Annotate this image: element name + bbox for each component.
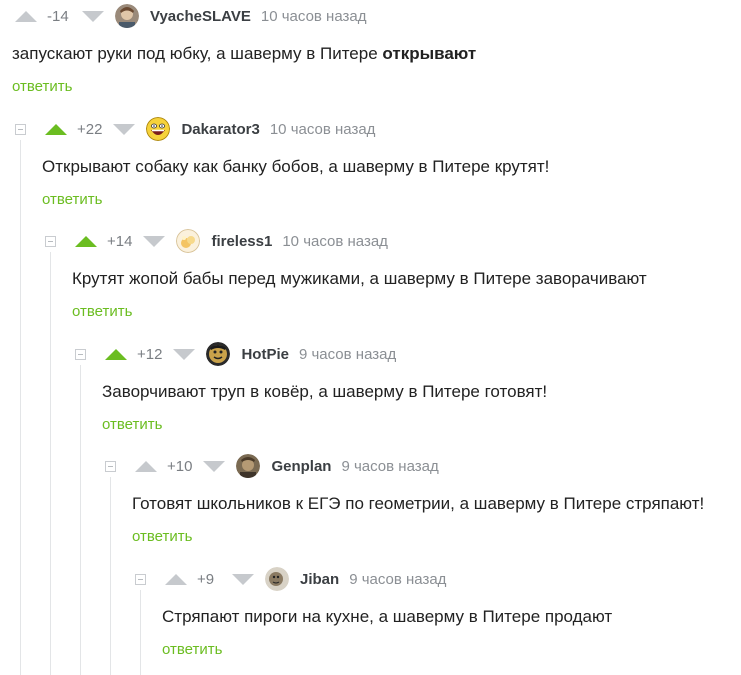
upvote-icon[interactable] (15, 10, 37, 22)
comment-time[interactable]: 9 часов назад (341, 458, 438, 475)
comment-time[interactable]: 10 часов назад (270, 121, 376, 138)
user-avatar[interactable] (206, 342, 231, 366)
comment-text: Крутят жопой бабы перед мужиками, а шаве… (72, 269, 647, 288)
thread-line (110, 477, 111, 675)
username[interactable]: HotPie (241, 346, 289, 363)
comment-text-plain: запускают руки под юбку, а шаверму в Пит… (12, 44, 383, 63)
comment-rating: +14 (107, 232, 133, 250)
comment-header: +14 fireless1 10 часов назад (45, 225, 388, 257)
collapse-toggle[interactable] (105, 460, 116, 472)
user-avatar[interactable] (115, 4, 139, 28)
comment-text: Заворчивают труп в ковёр, а шаверму в Пи… (102, 382, 548, 401)
comment-text: Готовят школьников к ЕГЭ по геометрии, а… (132, 494, 705, 513)
upvote-icon[interactable] (45, 123, 67, 135)
upvote-icon[interactable] (165, 573, 187, 585)
comment-text: Открывают собаку как банку бобов, а шаве… (42, 157, 550, 176)
comment-text: Стряпают пироги на кухне, а шаверму в Пи… (162, 607, 613, 626)
upvote-icon[interactable] (75, 235, 97, 247)
collapse-toggle[interactable] (135, 573, 146, 585)
reply-link[interactable]: ответить (102, 416, 162, 433)
comment-header: +12 HotPie 9 часов назад (75, 338, 396, 370)
thread-line (20, 140, 21, 675)
comment-rating: +10 (167, 457, 193, 475)
comment-header: +10 Genplan 9 часов назад (105, 450, 439, 482)
comment-rating: -14 (47, 7, 69, 25)
downvote-icon[interactable] (113, 123, 136, 135)
collapse-toggle[interactable] (15, 123, 26, 135)
downvote-icon[interactable] (232, 573, 254, 585)
reply-link[interactable]: ответить (132, 528, 192, 545)
upvote-icon[interactable] (105, 348, 127, 360)
comment-header: -14 VyacheSLAVE 10 часов назад (15, 0, 366, 32)
collapse-toggle[interactable] (75, 348, 86, 360)
upvote-icon[interactable] (135, 460, 157, 472)
comment-rating: +12 (137, 345, 163, 363)
thread-line (50, 252, 51, 675)
downvote-icon[interactable] (82, 10, 104, 22)
comment-time[interactable]: 9 часов назад (349, 571, 446, 588)
username[interactable]: fireless1 (211, 233, 272, 250)
reply-link[interactable]: ответить (72, 303, 132, 320)
user-avatar[interactable] (176, 229, 201, 253)
comment-text-bold: открывают (382, 44, 477, 63)
thread-line (80, 365, 81, 675)
username[interactable]: VyacheSLAVE (150, 8, 251, 25)
comment-rating: +22 (77, 120, 103, 138)
comment-time[interactable]: 9 часов назад (299, 346, 396, 363)
username[interactable]: Jiban (300, 571, 339, 588)
comment-header: +9 Jiban 9 часов назад (135, 563, 446, 595)
user-avatar[interactable] (146, 117, 171, 141)
comment-header: +22 Dakarator3 10 часов назад (15, 113, 375, 145)
comment-time[interactable]: 10 часов назад (261, 8, 367, 25)
username[interactable]: Dakarator3 (181, 121, 259, 138)
comment-time[interactable]: 10 часов назад (282, 233, 388, 250)
user-avatar[interactable] (236, 454, 261, 478)
user-avatar[interactable] (265, 567, 289, 591)
comment-rating: +9 (197, 570, 215, 588)
downvote-icon[interactable] (203, 460, 226, 472)
thread-line (140, 590, 141, 675)
downvote-icon[interactable] (143, 235, 166, 247)
downvote-icon[interactable] (173, 348, 196, 360)
comment-text: запускают руки под юбку, а шаверму в Пит… (12, 44, 476, 64)
reply-link[interactable]: ответить (12, 78, 72, 95)
reply-link[interactable]: ответить (162, 641, 222, 658)
reply-link[interactable]: ответить (42, 191, 102, 208)
username[interactable]: Genplan (271, 458, 331, 475)
collapse-toggle[interactable] (45, 235, 56, 247)
